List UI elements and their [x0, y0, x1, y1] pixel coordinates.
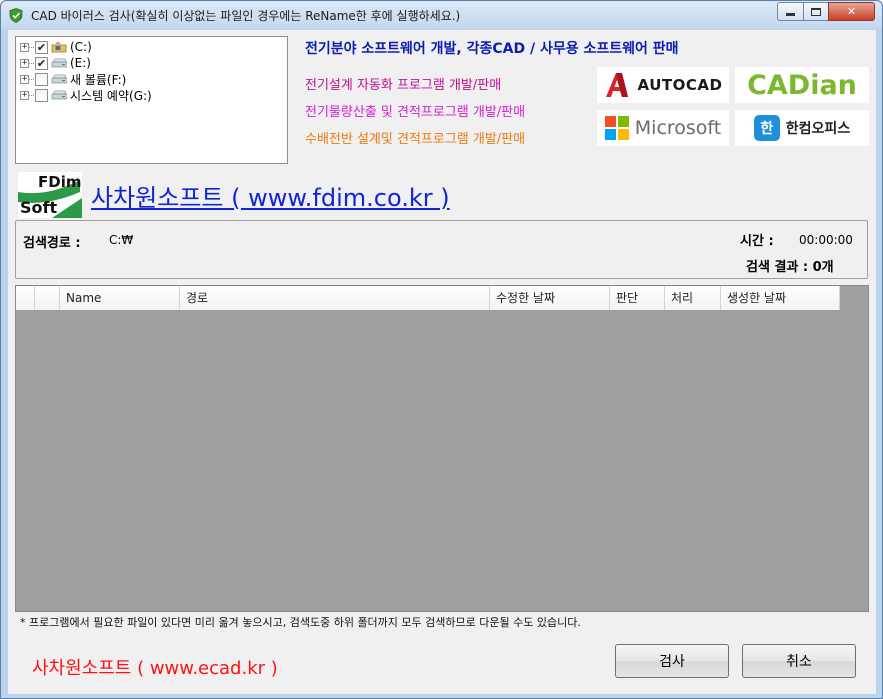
expand-icon[interactable]: +: [20, 42, 29, 52]
hancom-logo-text: 한컴오피스: [785, 121, 851, 137]
maximize-button[interactable]: [803, 2, 829, 21]
column-header-modified[interactable]: 수정한 날짜: [490, 286, 610, 310]
fdim-logo-top: FDim: [38, 173, 82, 191]
column-header-path[interactable]: 경로: [180, 286, 490, 310]
shield-check-icon: [9, 8, 23, 23]
column-header-blank-2[interactable]: [35, 286, 60, 310]
tree-item-f[interactable]: + 새 볼륨(F:): [16, 71, 287, 87]
close-icon: ✕: [846, 5, 857, 18]
autocad-a-icon: [605, 73, 628, 97]
drive-icon: [51, 58, 67, 68]
column-header-name[interactable]: Name: [60, 286, 180, 310]
user-folder-icon: [51, 41, 67, 53]
column-header-created[interactable]: 생성한 날짜: [721, 286, 840, 310]
autocad-logo[interactable]: AUTOCAD: [597, 67, 729, 103]
search-info-panel: 검색경로 : C:₩ 시간 : 00:00:00 검색 결과 : 0개: [15, 220, 868, 279]
title-bar[interactable]: CAD 바이러스 검사(확실히 이상없는 파일인 경우에는 ReName한 후에…: [1, 1, 882, 29]
drive-checkbox-c[interactable]: ✔: [35, 40, 48, 54]
drive-icon: [51, 90, 67, 100]
hancom-logo[interactable]: 한 한컴오피스: [735, 110, 869, 146]
minimize-icon: [786, 13, 795, 16]
time-label: 시간 :: [740, 234, 774, 249]
time-value: 00:00:00: [799, 233, 853, 247]
autocad-logo-text: AUTOCAD: [637, 76, 723, 94]
search-path-value: C:₩: [109, 233, 134, 247]
microsoft-logo-text: Microsoft: [634, 117, 722, 139]
cadian-logo-text: CADian: [747, 69, 857, 101]
expand-icon[interactable]: +: [20, 74, 29, 84]
column-header-blank-1[interactable]: [16, 286, 35, 310]
search-button[interactable]: 검사: [615, 644, 729, 678]
drive-tree[interactable]: + ✔ (C:) + ✔ (E:) + 새 볼륨(F:) + 시스템 예약(G:…: [15, 36, 288, 164]
fdim-website-link[interactable]: 사차원소프트 ( www.fdim.co.kr ): [91, 178, 450, 213]
tree-item-label: 시스템 예약(G:): [70, 88, 152, 103]
drive-checkbox-e[interactable]: ✔: [35, 56, 48, 70]
fdim-logo: FDim Soft: [18, 172, 82, 218]
ad-line-3: 수배전반 설계및 견적프로그램 개발/판매: [305, 132, 526, 147]
column-header-action[interactable]: 처리: [665, 286, 721, 310]
tree-item-e[interactable]: + ✔ (E:): [16, 55, 287, 71]
result-list[interactable]: Name 경로 수정한 날짜 판단 처리 생성한 날짜: [15, 285, 869, 612]
client-area: + ✔ (C:) + ✔ (E:) + 새 볼륨(F:) + 시스템 예약(G:…: [8, 30, 876, 694]
drive-icon: [51, 74, 67, 84]
list-header: Name 경로 수정한 날짜 판단 처리 생성한 날짜: [16, 286, 840, 310]
maximize-icon: [811, 7, 821, 16]
window-title: CAD 바이러스 검사(확실히 이상없는 파일인 경우에는 ReName한 후에…: [31, 9, 461, 23]
tree-item-c[interactable]: + ✔ (C:): [16, 39, 287, 55]
app-window: CAD 바이러스 검사(확실히 이상없는 파일인 경우에는 ReName한 후에…: [0, 0, 883, 699]
ad-line-1: 전기설계 자동화 프로그램 개발/판매: [305, 78, 502, 93]
ecad-website-link[interactable]: 사차원소프트 ( www.ecad.kr ): [32, 654, 278, 680]
hancom-badge-icon: 한: [753, 115, 780, 141]
ad-line-2: 전기물량산출 및 견적프로그램 개발/판매: [305, 105, 526, 120]
expand-icon[interactable]: +: [20, 58, 29, 68]
cancel-button[interactable]: 취소: [742, 644, 856, 678]
warning-note: * 프로그램에서 필요한 파일이 있다면 미리 옮겨 놓으시고, 검색도중 하위…: [20, 616, 581, 629]
expand-icon[interactable]: +: [20, 90, 29, 100]
minimize-button[interactable]: [777, 2, 804, 21]
drive-checkbox-f[interactable]: [35, 72, 48, 86]
close-button[interactable]: ✕: [828, 2, 875, 21]
microsoft-logo[interactable]: Microsoft: [597, 110, 729, 146]
fdim-logo-bottom: Soft: [20, 198, 58, 217]
tree-item-g[interactable]: + 시스템 예약(G:): [16, 87, 287, 103]
tree-item-label: (C:): [70, 40, 92, 54]
cadian-logo[interactable]: CADian: [735, 67, 869, 103]
drive-checkbox-g[interactable]: [35, 88, 48, 102]
microsoft-windows-icon: [604, 116, 629, 140]
tree-item-label: (E:): [70, 56, 91, 70]
search-path-label: 검색경로 :: [23, 236, 81, 251]
tree-item-label: 새 볼륨(F:): [70, 72, 127, 87]
search-result-count: 검색 결과 : 0개: [746, 260, 834, 275]
column-header-judgment[interactable]: 판단: [610, 286, 665, 310]
ad-headline: 전기분야 소프트웨어 개발, 각종CAD / 사무용 소프트웨어 판매: [305, 41, 679, 57]
